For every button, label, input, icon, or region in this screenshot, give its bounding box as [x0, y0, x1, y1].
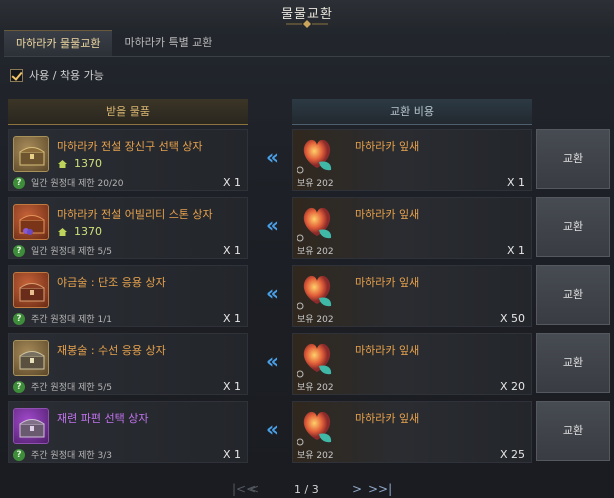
leaf-icon: [297, 139, 332, 174]
exchange-row: 재봉술 : 수선 응용 상자 ? 주간 원정대 제한 5/5 X 1 « 마하라…: [8, 333, 610, 395]
double-chevron-left-icon: «: [266, 417, 279, 441]
limit-text: 주간 원정대 제한 5/5: [31, 383, 113, 393]
exchange-row: 재련 파편 선택 상자 ? 주간 원정대 제한 3/3 X 1 « 마하라카 잎…: [8, 401, 610, 463]
exchange-button[interactable]: 교환: [536, 333, 610, 393]
question-icon[interactable]: ?: [13, 176, 25, 189]
exchange-row: 마하라카 전설 어빌리티 스톤 상자 1370 ? 일간 원정대 제한 5/5 …: [8, 197, 610, 259]
price-line: 1370: [57, 157, 102, 170]
receive-quantity: X 1: [222, 448, 241, 461]
last-page-button[interactable]: >>|: [368, 482, 392, 496]
receive-item-cell: 재련 파편 선택 상자 ? 주간 원정대 제한 3/3 X 1: [8, 401, 248, 463]
limit-line: ? 일간 원정대 제한 5/5: [13, 244, 112, 257]
question-icon[interactable]: ?: [13, 312, 25, 325]
usable-filter-label: 사용 / 착용 가능: [29, 69, 104, 82]
exchange-row: 마하라카 전설 장신구 선택 상자 1370 ? 일간 원정대 제한 20/20…: [8, 129, 610, 191]
cost-item-cell: 마하라카 잎새 보유 202 X 25: [292, 401, 532, 463]
limit-line: ? 일간 원정대 제한 20/20: [13, 176, 123, 189]
title-bar: 물물교환: [0, 0, 614, 28]
leaf-icon: [297, 343, 332, 378]
receive-quantity: X 1: [222, 380, 241, 393]
leaf-icon: [297, 207, 332, 242]
tab-maharaka-special[interactable]: 마하라카 특별 교환: [112, 30, 224, 56]
chest-icon: [13, 340, 49, 376]
cost-item-cell: 마하라카 잎새 보유 202 X 20: [292, 333, 532, 395]
cost-item-cell: 마하라카 잎새 보유 202 X 1: [292, 197, 532, 259]
chest-icon: [13, 408, 49, 444]
title-ornament-icon: [286, 20, 328, 28]
cost-held-amount: 보유 202: [297, 315, 334, 325]
cost-held-amount: 보유 202: [297, 179, 334, 189]
receive-column-header: 받을 물품: [8, 99, 248, 125]
prev-page-button[interactable]: <: [249, 482, 259, 496]
cost-quantity: X 1: [506, 244, 525, 257]
receive-item-cell: 마하라카 전설 어빌리티 스톤 상자 1370 ? 일간 원정대 제한 5/5 …: [8, 197, 248, 259]
receive-quantity: X 1: [222, 176, 241, 189]
cost-quantity: X 1: [506, 176, 525, 189]
cost-quantity: X 20: [499, 380, 525, 393]
cost-item-name: 마하라카 잎새: [355, 344, 420, 357]
cost-quantity: X 25: [499, 448, 525, 461]
cost-item-name: 마하라카 잎새: [355, 208, 420, 221]
usable-filter[interactable]: 사용 / 착용 가능: [10, 67, 104, 83]
double-chevron-left-icon: «: [266, 145, 279, 169]
tab-bar: 마하라카 물물교환 마하라카 특별 교환: [4, 30, 224, 56]
double-chevron-left-icon: «: [266, 349, 279, 373]
leaf-icon: [297, 411, 332, 446]
chest-icon: [13, 136, 49, 172]
double-chevron-left-icon: «: [266, 213, 279, 237]
cost-item-name: 마하라카 잎새: [355, 412, 420, 425]
pagination: |<< < 1 / 3 > >>|: [0, 482, 614, 498]
item-name: 재봉술 : 수선 응용 상자: [57, 344, 166, 357]
item-name: 야금술 : 단조 응용 상자: [57, 276, 166, 289]
cost-item-cell: 마하라카 잎새 보유 202 X 1: [292, 129, 532, 191]
cost-held-amount: 보유 202: [297, 383, 334, 393]
question-icon[interactable]: ?: [13, 244, 25, 257]
tab-maharaka-barter[interactable]: 마하라카 물물교환: [4, 30, 113, 56]
receive-item-cell: 재봉술 : 수선 응용 상자 ? 주간 원정대 제한 5/5 X 1: [8, 333, 248, 395]
item-name: 마하라카 전설 장신구 선택 상자: [57, 140, 203, 153]
limit-line: ? 주간 원정대 제한 1/1: [13, 312, 112, 325]
exchange-button[interactable]: 교환: [536, 265, 610, 325]
question-icon[interactable]: ?: [13, 448, 25, 461]
cost-item-name: 마하라카 잎새: [355, 276, 420, 289]
limit-text: 주간 원정대 제한 1/1: [31, 315, 113, 325]
double-chevron-left-icon: «: [266, 281, 279, 305]
limit-line: ? 주간 원정대 제한 3/3: [13, 448, 112, 461]
exchange-button[interactable]: 교환: [536, 129, 610, 189]
limit-text: 일간 원정대 제한 20/20: [31, 179, 124, 189]
chest-icon: [13, 204, 49, 240]
exchange-button[interactable]: 교환: [536, 401, 610, 461]
exchange-button[interactable]: 교환: [536, 197, 610, 257]
usable-checkbox[interactable]: [10, 68, 23, 82]
leaf-icon: [297, 275, 332, 310]
cost-item-name: 마하라카 잎새: [355, 140, 420, 153]
cost-quantity: X 50: [499, 312, 525, 325]
limit-text: 주간 원정대 제한 3/3: [31, 451, 113, 461]
cost-held-amount: 보유 202: [297, 247, 334, 257]
house-icon: [58, 159, 67, 168]
next-page-button[interactable]: >: [352, 482, 362, 496]
receive-item-cell: 야금술 : 단조 응용 상자 ? 주간 원정대 제한 1/1 X 1: [8, 265, 248, 327]
limit-text: 일간 원정대 제한 5/5: [31, 247, 113, 257]
chest-icon: [13, 272, 49, 308]
cost-item-cell: 마하라카 잎새 보유 202 X 50: [292, 265, 532, 327]
receive-quantity: X 1: [222, 244, 241, 257]
limit-line: ? 주간 원정대 제한 5/5: [13, 380, 112, 393]
receive-item-cell: 마하라카 전설 장신구 선택 상자 1370 ? 일간 원정대 제한 20/20…: [8, 129, 248, 191]
item-name: 재련 파편 선택 상자: [57, 412, 149, 425]
price-value: 1370: [74, 157, 102, 170]
receive-quantity: X 1: [222, 312, 241, 325]
house-icon: [58, 227, 67, 236]
barter-window: 물물교환 마하라카 물물교환 마하라카 특별 교환 사용 / 착용 가능 받을 …: [0, 0, 614, 498]
cost-column-header: 교환 비용: [292, 99, 532, 125]
cost-held-amount: 보유 202: [297, 451, 334, 461]
price-line: 1370: [57, 225, 102, 238]
exchange-row: 야금술 : 단조 응용 상자 ? 주간 원정대 제한 1/1 X 1 « 마하라…: [8, 265, 610, 327]
tab-divider: [4, 56, 610, 57]
item-name: 마하라카 전설 어빌리티 스톤 상자: [57, 208, 213, 221]
question-icon[interactable]: ?: [13, 380, 25, 393]
price-value: 1370: [74, 225, 102, 238]
page-indicator: 1 / 3: [294, 483, 319, 496]
